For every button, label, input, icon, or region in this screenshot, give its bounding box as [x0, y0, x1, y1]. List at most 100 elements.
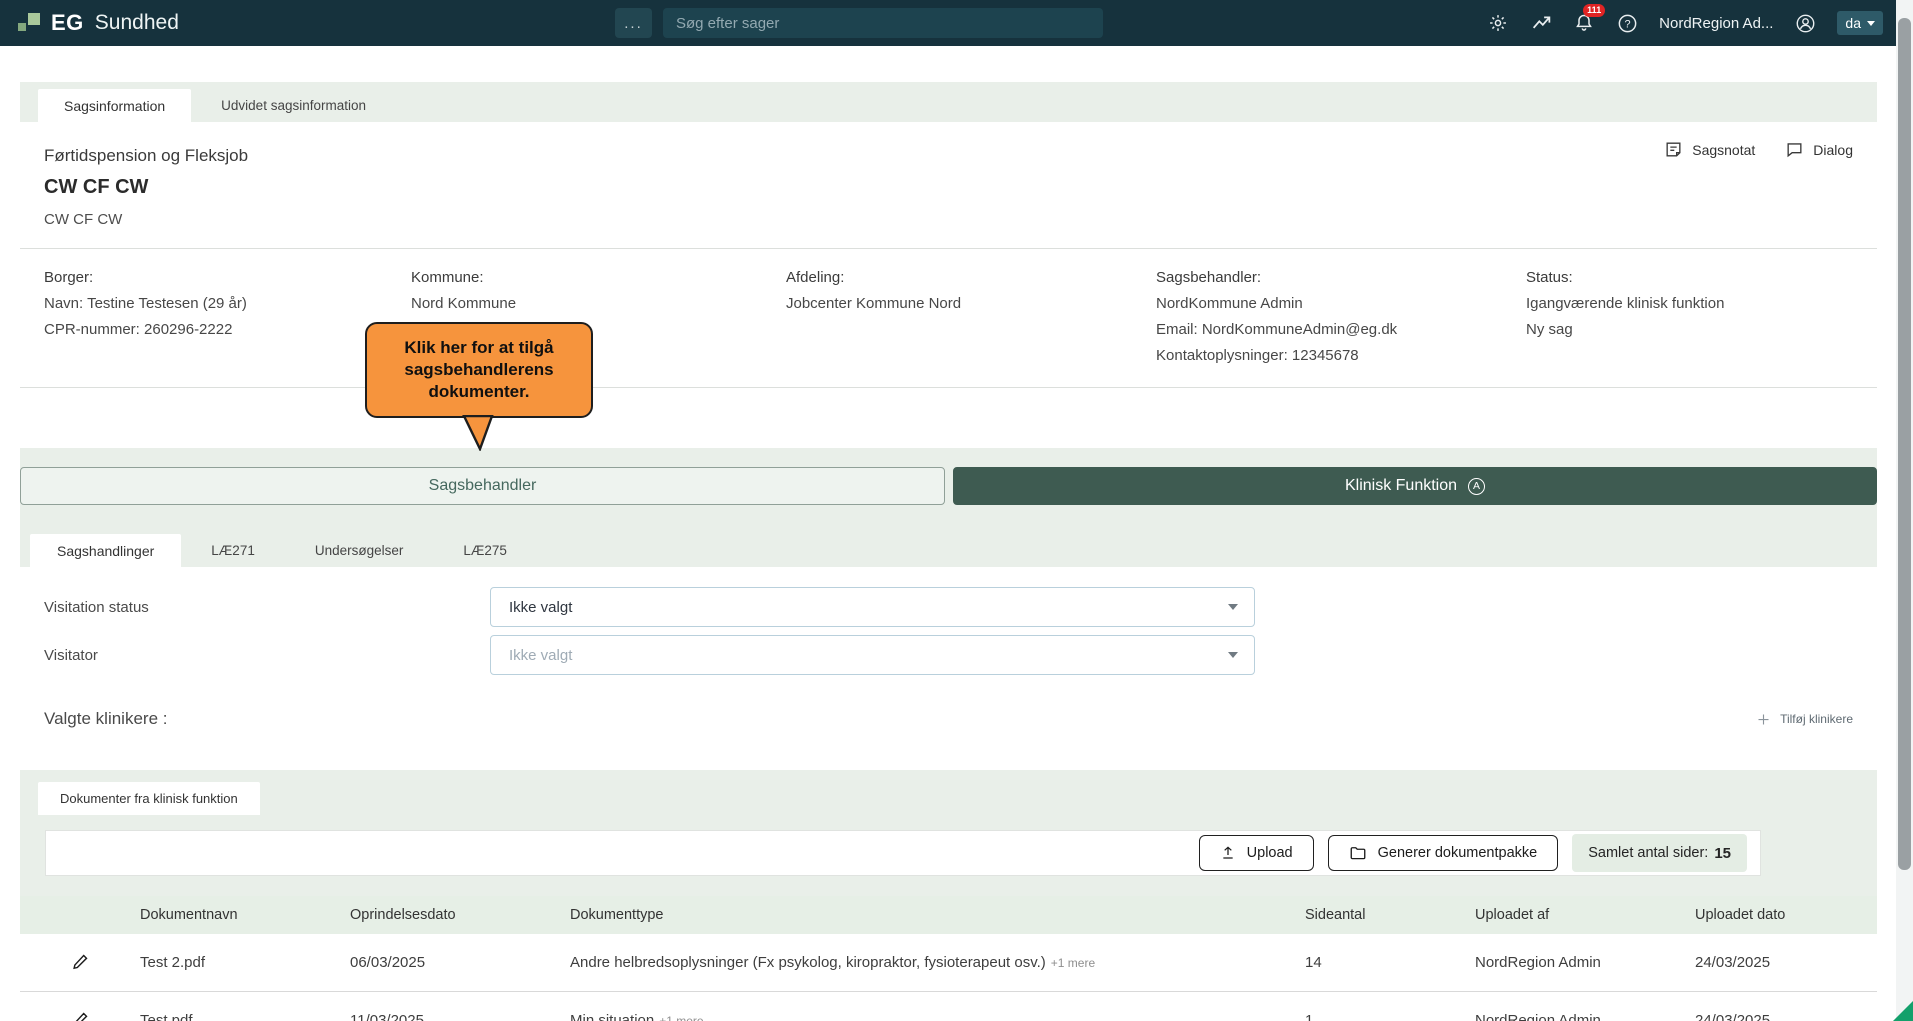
documents-table: Dokumentnavn Oprindelsesdato Dokumenttyp… [20, 896, 1877, 1021]
vertical-scrollbar[interactable] [1896, 0, 1913, 1021]
scrollbar-thumb[interactable] [1898, 18, 1911, 870]
document-type-text: Andre helbredsoplysninger (Fx psykolog, … [570, 954, 1046, 971]
valgte-klinikere-row: Valgte klinikere : Tilføj klinikere [44, 709, 1853, 729]
cell-sideantal: 14 [1305, 954, 1475, 971]
table-row[interactable]: Test 2.pdf 06/03/2025 Andre helbredsoply… [20, 934, 1877, 992]
documents-toolbar: Upload Generer dokumentpakke Samlet anta… [45, 830, 1761, 876]
main-content-area: Sagsinformation Udvidet sagsinformation … [20, 82, 1877, 1021]
dialog-label: Dialog [1813, 142, 1853, 158]
col-sideantal: Sideantal [1305, 907, 1475, 923]
more-types-tag: +1 mere [1051, 956, 1095, 970]
user-name-label[interactable]: NordRegion Ad... [1659, 15, 1773, 32]
visitation-status-dropdown[interactable]: Ikke valgt [490, 587, 1255, 627]
info-line: Igangværende klinisk funktion [1526, 291, 1853, 317]
visitation-status-row: Visitation status Ikke valgt [44, 587, 1853, 627]
info-line: Kontaktoplysninger: 12345678 [1156, 343, 1526, 369]
more-types-tag: +1 mere [659, 1014, 703, 1021]
info-label: Sagsbehandler: [1156, 265, 1526, 291]
product-name: Sundhed [95, 11, 179, 35]
tab-sagsinformation[interactable]: Sagsinformation [38, 89, 191, 122]
table-row[interactable]: Test.pdf 11/03/2025 Min situation+1 mere… [20, 992, 1877, 1021]
pencil-icon [72, 1011, 89, 1021]
tab-lae271[interactable]: LÆ271 [181, 534, 285, 567]
dokumenter-tabbar: Dokumenter fra klinisk funktion [20, 782, 1877, 815]
cell-sideantal: 1 [1305, 1012, 1475, 1021]
total-pages-value: 15 [1714, 845, 1731, 862]
upload-label: Upload [1247, 845, 1293, 861]
header-center: ... [615, 8, 1103, 38]
tab-undersoegelser[interactable]: Undersøgelser [285, 534, 434, 567]
plus-icon [1756, 712, 1771, 727]
cell-uploadet-af: NordRegion Admin [1475, 1012, 1695, 1021]
search-input[interactable] [663, 8, 1103, 38]
notifications-bell-icon[interactable]: 111 [1573, 12, 1595, 34]
cell-oprindelsesdato: 06/03/2025 [350, 954, 570, 971]
visitator-dropdown[interactable]: Ikke valgt [490, 635, 1255, 675]
tab-dokumenter-fra-klinisk-funktion[interactable]: Dokumenter fra klinisk funktion [38, 782, 260, 815]
dokumenter-panel: Upload Generer dokumentpakke Samlet anta… [20, 830, 1877, 1021]
dropdown-value: Ikke valgt [509, 647, 572, 664]
upload-icon [1220, 845, 1236, 861]
tab-lae275[interactable]: LÆ275 [433, 534, 537, 567]
cell-uploadet-af: NordRegion Admin [1475, 954, 1695, 971]
tilfoj-klinikere-button[interactable]: Tilføj klinikere [1756, 712, 1853, 727]
sagsnotat-button[interactable]: Sagsnotat [1664, 140, 1755, 159]
sagshandlinger-tabbar: Sagshandlinger LÆ271 Undersøgelser LÆ275 [20, 534, 1877, 567]
upload-button[interactable]: Upload [1199, 835, 1314, 871]
total-pages-label: Samlet antal sider: [1588, 845, 1708, 861]
dialog-button[interactable]: Dialog [1785, 140, 1853, 159]
klinisk-funktion-view-button[interactable]: Klinisk Funktion A [953, 467, 1877, 505]
chevron-down-icon [1867, 21, 1875, 26]
sagshandlinger-panel: Visitation status Ikke valgt Visitator I… [20, 567, 1877, 770]
info-line: CPR-nummer: 260296-2222 [44, 317, 411, 343]
info-line: Jobcenter Kommune Nord [786, 291, 1156, 317]
activity-trend-icon[interactable] [1530, 12, 1552, 34]
visitator-row: Visitator Ikke valgt [44, 635, 1853, 675]
tab-sagshandlinger[interactable]: Sagshandlinger [30, 534, 181, 567]
info-line: Ny sag [1526, 317, 1853, 343]
col-uploadet-af: Uploadet af [1475, 907, 1695, 923]
edit-document-button[interactable] [68, 1007, 93, 1021]
info-col-afdeling: Afdeling: Jobcenter Kommune Nord [786, 265, 1156, 369]
tab-udvidet-sagsinformation[interactable]: Udvidet sagsinformation [191, 89, 396, 122]
col-uploadet-dato: Uploadet dato [1695, 907, 1877, 923]
case-info-tabbar: Sagsinformation Udvidet sagsinformation [20, 82, 1877, 122]
pencil-icon [72, 953, 89, 970]
settings-gear-icon[interactable] [1487, 12, 1509, 34]
info-label: Status: [1526, 265, 1853, 291]
document-type-text: Min situation [570, 1012, 654, 1021]
folder-icon [1349, 844, 1367, 862]
more-menu-button[interactable]: ... [615, 8, 652, 38]
sagsnotat-label: Sagsnotat [1692, 142, 1755, 158]
case-actions: Sagsnotat Dialog [1664, 140, 1853, 159]
case-subtitle: CW CF CW [44, 211, 1853, 228]
klinisk-funktion-label: Klinisk Funktion [1345, 477, 1457, 495]
chevron-down-icon [1228, 652, 1238, 658]
cell-dokumentnavn: Test 2.pdf [140, 954, 350, 971]
callout-tail [461, 415, 495, 451]
info-line: Navn: Testine Testesen (29 år) [44, 291, 411, 317]
view-switch-buttons: Sagsbehandler Klinisk Funktion A [20, 467, 1877, 505]
chat-bubble-icon [1785, 140, 1804, 159]
generer-dokumentpakke-button[interactable]: Generer dokumentpakke [1328, 835, 1559, 871]
visitator-label: Visitator [44, 647, 490, 664]
language-selector[interactable]: da [1837, 11, 1883, 35]
cell-uploadet-dato: 24/03/2025 [1695, 954, 1877, 971]
sagsbehandler-view-button[interactable]: Sagsbehandler [20, 467, 945, 505]
help-icon[interactable]: ? [1616, 12, 1638, 34]
case-header: Førtidspension og Fleksjob CW CF CW CW C… [20, 122, 1877, 248]
brand-name: EG [51, 10, 84, 36]
edit-document-button[interactable] [68, 949, 93, 977]
info-col-status: Status: Igangværende klinisk funktion Ny… [1526, 265, 1853, 369]
app-logo[interactable]: EG Sundhed [18, 10, 179, 36]
case-title: CW CF CW [44, 176, 1853, 199]
dropdown-value: Ikke valgt [509, 599, 572, 616]
top-navigation-bar: EG Sundhed ... 111 [0, 0, 1913, 46]
case-type: Førtidspension og Fleksjob [44, 146, 1853, 166]
chevron-down-icon [1228, 604, 1238, 610]
total-pages-badge: Samlet antal sider: 15 [1572, 834, 1747, 872]
circled-a-icon: A [1468, 478, 1485, 495]
table-header-row: Dokumentnavn Oprindelsesdato Dokumenttyp… [20, 896, 1877, 934]
user-avatar-icon[interactable] [1794, 12, 1816, 34]
instruction-callout: Klik her for at tilgå sagsbehandlerens d… [365, 322, 593, 418]
